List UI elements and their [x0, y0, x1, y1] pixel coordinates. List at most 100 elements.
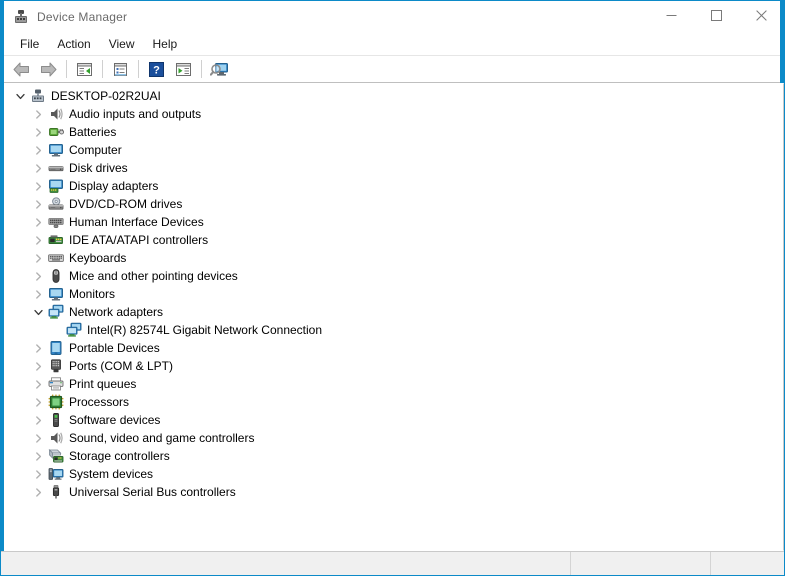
expander-chevron-collapsed[interactable]	[30, 141, 46, 159]
tree-node[interactable]: Mice and other pointing devices	[5, 267, 783, 285]
tree-node[interactable]: Disk drives	[5, 159, 783, 177]
expander-chevron-collapsed[interactable]	[30, 267, 46, 285]
tree-node[interactable]: Processors	[5, 393, 783, 411]
close-button[interactable]	[739, 0, 784, 31]
chevron-right-icon	[35, 235, 41, 245]
chevron-right-icon	[35, 109, 41, 119]
printer-icon	[46, 375, 66, 393]
status-bar	[1, 551, 784, 575]
chevron-right-icon	[35, 127, 41, 137]
console-tree-icon	[77, 62, 92, 76]
tree-node[interactable]: Keyboards	[5, 249, 783, 267]
help-button[interactable]: ?	[143, 57, 170, 82]
tree-node[interactable]: Software devices	[5, 411, 783, 429]
processor-icon	[46, 393, 66, 411]
chevron-right-icon	[35, 451, 41, 461]
expander-chevron-collapsed[interactable]	[30, 213, 46, 231]
tree-node[interactable]: Audio inputs and outputs	[5, 105, 783, 123]
help-question-icon: ?	[149, 61, 164, 77]
tree-node-label: Audio inputs and outputs	[69, 107, 202, 121]
tree-node-label: Disk drives	[69, 161, 128, 175]
expander-chevron-collapsed[interactable]	[30, 411, 46, 429]
tree-node-label: Display adapters	[69, 179, 159, 193]
toolbar-separator-3	[138, 60, 139, 78]
tree-node[interactable]: DESKTOP-02R2UAI	[5, 87, 783, 105]
expander-chevron-collapsed[interactable]	[30, 159, 46, 177]
expander-chevron-collapsed[interactable]	[30, 375, 46, 393]
tree-node[interactable]: System devices	[5, 465, 783, 483]
forward-button[interactable]	[35, 57, 62, 82]
chevron-down-icon	[15, 93, 25, 99]
expander-chevron-collapsed[interactable]	[30, 447, 46, 465]
expander-chevron-collapsed[interactable]	[30, 231, 46, 249]
tree-node[interactable]: Monitors	[5, 285, 783, 303]
expander-chevron-collapsed[interactable]	[30, 249, 46, 267]
expander-chevron-collapsed[interactable]	[30, 339, 46, 357]
tree-node[interactable]: Network adapters	[5, 303, 783, 321]
svg-text:?: ?	[153, 64, 160, 76]
tree-node[interactable]: Universal Serial Bus controllers	[5, 483, 783, 501]
maximize-button[interactable]	[694, 0, 739, 31]
back-arrow-icon	[13, 62, 29, 76]
scan-hardware-changes-button[interactable]	[206, 57, 233, 82]
minimize-icon	[666, 15, 677, 16]
minimize-button[interactable]	[649, 0, 694, 31]
tree-node[interactable]: Print queues	[5, 375, 783, 393]
tree-node[interactable]: Computer	[5, 141, 783, 159]
tree-node[interactable]: Display adapters	[5, 177, 783, 195]
tree-node-label: IDE ATA/ATAPI controllers	[69, 233, 209, 247]
system-device-icon	[46, 465, 66, 483]
status-pane-tertiary	[710, 552, 784, 575]
expander-chevron-collapsed[interactable]	[30, 285, 46, 303]
expander-chevron-collapsed[interactable]	[30, 195, 46, 213]
menu-item-view[interactable]: View	[100, 35, 144, 54]
expander-chevron-collapsed[interactable]	[30, 429, 46, 447]
update-driver-icon	[176, 62, 191, 76]
expander-chevron-expanded[interactable]	[12, 87, 28, 105]
device-tree: DESKTOP-02R2UAI Audio inputs and outputs…	[5, 84, 783, 501]
chevron-right-icon	[35, 361, 41, 371]
chevron-right-icon	[35, 379, 41, 389]
expander-chevron-collapsed[interactable]	[30, 105, 46, 123]
tree-node[interactable]: Sound, video and game controllers	[5, 429, 783, 447]
toolbar-separator-2	[102, 60, 103, 78]
tree-node-label: Intel(R) 82574L Gigabit Network Connecti…	[87, 323, 323, 337]
tree-node-label: Storage controllers	[69, 449, 170, 463]
chevron-right-icon	[35, 163, 41, 173]
tree-node[interactable]: Batteries	[5, 123, 783, 141]
forward-arrow-icon	[41, 62, 57, 76]
expander-chevron-collapsed[interactable]	[30, 177, 46, 195]
software-device-icon	[46, 411, 66, 429]
monitor-icon	[46, 285, 66, 303]
expander-chevron-collapsed[interactable]	[30, 123, 46, 141]
tree-node-label: Software devices	[69, 413, 161, 427]
tree-node[interactable]: Ports (COM & LPT)	[5, 357, 783, 375]
update-driver-button[interactable]	[170, 57, 197, 82]
expander-chevron-expanded[interactable]	[30, 303, 46, 321]
expander-chevron-collapsed[interactable]	[30, 483, 46, 501]
tree-node[interactable]: IDE ATA/ATAPI controllers	[5, 231, 783, 249]
show-hide-console-tree-button[interactable]	[71, 57, 98, 82]
tree-node[interactable]: Intel(R) 82574L Gigabit Network Connecti…	[5, 321, 783, 339]
storage-controller-icon	[46, 447, 66, 465]
expander-chevron-collapsed[interactable]	[30, 357, 46, 375]
properties-button[interactable]	[107, 57, 134, 82]
properties-icon	[114, 62, 127, 76]
chevron-right-icon	[35, 181, 41, 191]
tree-node[interactable]: Human Interface Devices	[5, 213, 783, 231]
network-adapter-icon	[64, 321, 84, 339]
expander-chevron-collapsed[interactable]	[30, 393, 46, 411]
menu-item-action[interactable]: Action	[48, 35, 99, 54]
menu-item-file[interactable]: File	[11, 35, 48, 54]
expander-chevron-collapsed[interactable]	[30, 465, 46, 483]
chevron-right-icon	[35, 433, 41, 443]
title-bar: Device Manager	[4, 1, 780, 33]
back-button[interactable]	[8, 57, 35, 82]
tree-node[interactable]: Storage controllers	[5, 447, 783, 465]
tree-node[interactable]: Portable Devices	[5, 339, 783, 357]
menu-item-help[interactable]: Help	[144, 35, 187, 54]
device-tree-panel[interactable]: DESKTOP-02R2UAI Audio inputs and outputs…	[4, 83, 784, 551]
tree-node[interactable]: DVD/CD-ROM drives	[5, 195, 783, 213]
maximize-icon	[711, 10, 722, 21]
battery-icon	[46, 123, 66, 141]
